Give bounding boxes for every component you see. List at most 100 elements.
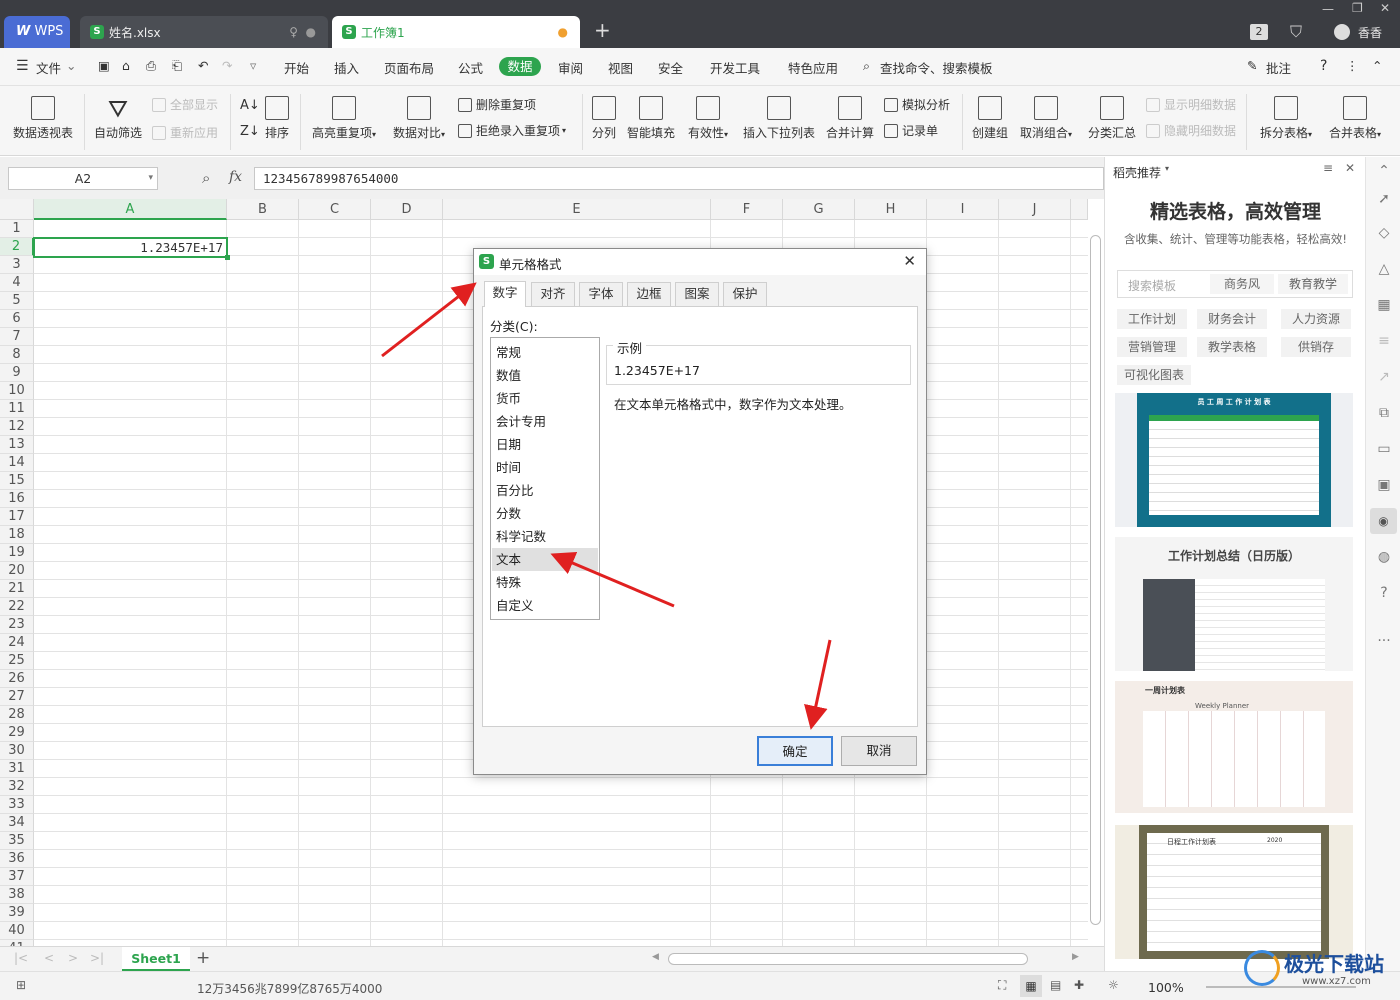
save-icon[interactable]: ▣ bbox=[98, 58, 110, 73]
row-header-25[interactable]: 25 bbox=[0, 652, 34, 670]
autofilter-button[interactable]: ⛛ 自动筛选 bbox=[92, 96, 144, 141]
eye-protection-icon[interactable]: ☼ bbox=[1108, 978, 1119, 992]
category-list[interactable]: 常规 数值 货币 会计专用 日期 时间 百分比 分数 科学记数 文本 特殊 自定义 bbox=[490, 337, 600, 620]
avatar[interactable] bbox=[1334, 24, 1350, 40]
normal-view-icon[interactable]: ▦ bbox=[1020, 975, 1042, 997]
row-header-28[interactable]: 28 bbox=[0, 706, 34, 724]
page-break-view-icon[interactable]: ▤ bbox=[1050, 978, 1061, 992]
pointer-icon[interactable]: ➚ bbox=[1375, 191, 1393, 207]
first-sheet-icon[interactable]: |< bbox=[14, 951, 28, 965]
last-sheet-icon[interactable]: >| bbox=[90, 951, 104, 965]
show-all-button[interactable]: 全部显示 bbox=[152, 96, 218, 113]
command-search[interactable]: 查找命令、搜索模板 bbox=[880, 58, 993, 77]
tag-marketing[interactable]: 营销管理 bbox=[1117, 337, 1187, 357]
column-header-b[interactable]: B bbox=[227, 199, 299, 220]
style-icon[interactable]: △ bbox=[1375, 261, 1393, 277]
tag-business[interactable]: 商务风 bbox=[1210, 274, 1274, 294]
gallery-icon[interactable]: ⧉ bbox=[1375, 405, 1393, 421]
restore-icon[interactable]: ❐ bbox=[1352, 1, 1363, 15]
row-header-34[interactable]: 34 bbox=[0, 814, 34, 832]
reapply-button[interactable]: 重新应用 bbox=[152, 124, 218, 141]
column-header-i[interactable]: I bbox=[927, 199, 999, 220]
tab-pattern[interactable]: 图案 bbox=[675, 282, 719, 306]
more-dots-icon[interactable]: ··· bbox=[1375, 633, 1393, 649]
search-icon[interactable]: ⌕ bbox=[863, 58, 870, 74]
column-header-e[interactable]: E bbox=[443, 199, 711, 220]
page-count-badge[interactable]: 2 bbox=[1250, 24, 1268, 40]
highlight-duplicates-button[interactable]: 高亮重复项▾ bbox=[308, 96, 380, 141]
cancel-button[interactable]: 取消 bbox=[841, 736, 917, 766]
export-icon[interactable]: ↗ bbox=[1375, 369, 1393, 385]
smart-fill-button[interactable]: 智能填充 bbox=[626, 96, 676, 141]
help-button[interactable]: ? bbox=[1320, 58, 1327, 74]
data-compare-button[interactable]: 数据对比▾ bbox=[388, 96, 450, 141]
merge-calc-button[interactable]: 合并计算 bbox=[824, 96, 876, 141]
menu-insert[interactable]: 插入 bbox=[334, 58, 359, 77]
sort-asc-icon[interactable]: A↓ bbox=[240, 98, 260, 113]
row-header-20[interactable]: 20 bbox=[0, 562, 34, 580]
image-icon[interactable]: ▣ bbox=[1375, 477, 1393, 493]
tag-teaching[interactable]: 教学表格 bbox=[1197, 337, 1267, 357]
tab-protection[interactable]: 保护 bbox=[723, 282, 767, 306]
category-item[interactable]: 日期 bbox=[492, 433, 598, 456]
panel-header[interactable]: 稻壳推荐 bbox=[1113, 164, 1161, 181]
chevron-down-icon[interactable]: ⌄ bbox=[66, 58, 76, 73]
formula-input[interactable]: 123456789987654000 bbox=[254, 167, 1104, 190]
row-header-17[interactable]: 17 bbox=[0, 508, 34, 526]
tab-number[interactable]: 数字 bbox=[484, 281, 526, 307]
tag-visual-charts[interactable]: 可视化图表 bbox=[1117, 365, 1191, 385]
row-header-23[interactable]: 23 bbox=[0, 616, 34, 634]
horizontal-scroll-right-icon[interactable]: ▶ bbox=[1072, 952, 1079, 962]
format-painter-icon[interactable]: ⌂ bbox=[122, 58, 130, 73]
category-item[interactable]: 科学记数 bbox=[492, 525, 598, 548]
sort-desc-icon[interactable]: Z↓ bbox=[240, 124, 260, 139]
row-header-13[interactable]: 13 bbox=[0, 436, 34, 454]
row-header-26[interactable]: 26 bbox=[0, 670, 34, 688]
hide-detail-button[interactable]: 隐藏明细数据 bbox=[1146, 122, 1236, 139]
column-header-h[interactable]: H bbox=[855, 199, 927, 220]
template-search-input[interactable]: 搜索模板 bbox=[1128, 277, 1176, 294]
row-header-6[interactable]: 6 bbox=[0, 310, 34, 328]
remove-duplicates-button[interactable]: 删除重复项 bbox=[458, 96, 536, 113]
sheet-tab-sheet1[interactable]: Sheet1 bbox=[122, 947, 190, 971]
row-header-29[interactable]: 29 bbox=[0, 724, 34, 742]
name-box[interactable]: A2 ▾ bbox=[8, 167, 158, 190]
subtotal-button[interactable]: 分类汇总 bbox=[1086, 96, 1138, 141]
menu-review[interactable]: 审阅 bbox=[558, 58, 583, 77]
pivot-table-button[interactable]: 数据透视表 bbox=[12, 96, 74, 141]
tab-font[interactable]: 字体 bbox=[579, 282, 623, 306]
undo-icon[interactable]: ↶ bbox=[198, 58, 208, 73]
prev-sheet-icon[interactable]: < bbox=[44, 951, 54, 965]
row-header-38[interactable]: 38 bbox=[0, 886, 34, 904]
menu-security[interactable]: 安全 bbox=[658, 58, 683, 77]
panel-menu-icon[interactable]: ≡ bbox=[1323, 161, 1333, 175]
horizontal-scrollbar-thumb[interactable] bbox=[668, 953, 1028, 965]
tab-workbook1[interactable]: S 工作簿1 ● bbox=[332, 16, 580, 48]
panel-close-icon[interactable]: ✕ bbox=[1345, 161, 1355, 175]
tag-education[interactable]: 教育教学 bbox=[1278, 274, 1348, 294]
zoom-search-icon[interactable]: ⌕ bbox=[202, 169, 210, 187]
row-header-11[interactable]: 11 bbox=[0, 400, 34, 418]
comment-icon[interactable]: ✎ bbox=[1247, 58, 1257, 73]
row-header-2[interactable]: 2 bbox=[0, 238, 34, 256]
menu-dev-tools[interactable]: 开发工具 bbox=[710, 58, 760, 77]
page-layout-view-icon[interactable]: ✚ bbox=[1074, 978, 1084, 992]
row-header-40[interactable]: 40 bbox=[0, 922, 34, 940]
scroll-up-icon[interactable]: ⌃ bbox=[1375, 163, 1393, 179]
row-header-3[interactable]: 3 bbox=[0, 256, 34, 274]
template-card[interactable]: 员 工 周 工 作 计 划 表 bbox=[1115, 393, 1353, 527]
chevron-down-icon[interactable]: ▾ bbox=[148, 168, 153, 189]
add-sheet-button[interactable]: + bbox=[196, 948, 210, 968]
row-header-24[interactable]: 24 bbox=[0, 634, 34, 652]
table-icon[interactable]: ▦ bbox=[1375, 297, 1393, 313]
zoom-level[interactable]: 100% bbox=[1148, 980, 1184, 995]
column-header-f[interactable]: F bbox=[711, 199, 783, 220]
fullscreen-icon[interactable]: ⛶ bbox=[998, 978, 1006, 993]
menu-view[interactable]: 视图 bbox=[608, 58, 633, 77]
template-card[interactable]: 日程工作计划表 2020 bbox=[1115, 825, 1353, 959]
fill-handle[interactable] bbox=[225, 255, 230, 260]
more-icon[interactable]: ⋮ bbox=[1346, 58, 1359, 73]
category-item[interactable]: 时间 bbox=[492, 456, 598, 479]
print-icon[interactable]: ⎙ bbox=[146, 58, 156, 74]
menu-file[interactable]: 文件 bbox=[36, 58, 61, 77]
